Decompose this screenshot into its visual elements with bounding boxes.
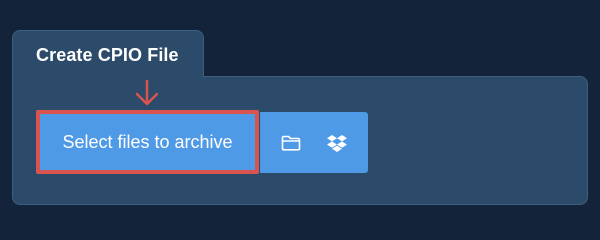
dropbox-icon: [327, 134, 347, 152]
select-files-label: Select files to archive: [62, 131, 233, 152]
arrow-down-icon: [135, 80, 159, 106]
dropbox-button[interactable]: [314, 112, 360, 173]
tab-create-cpio-file[interactable]: Create CPIO File: [12, 30, 204, 77]
select-files-button[interactable]: Select files to archive: [36, 110, 259, 174]
tab-title: Create CPIO File: [36, 45, 179, 65]
folder-icon: [281, 135, 301, 151]
folder-button[interactable]: [268, 112, 314, 173]
tab-panel-joint: [13, 75, 203, 78]
create-cpio-card: Create CPIO File Select files to archive: [0, 0, 600, 230]
upload-source-group: [260, 112, 368, 173]
